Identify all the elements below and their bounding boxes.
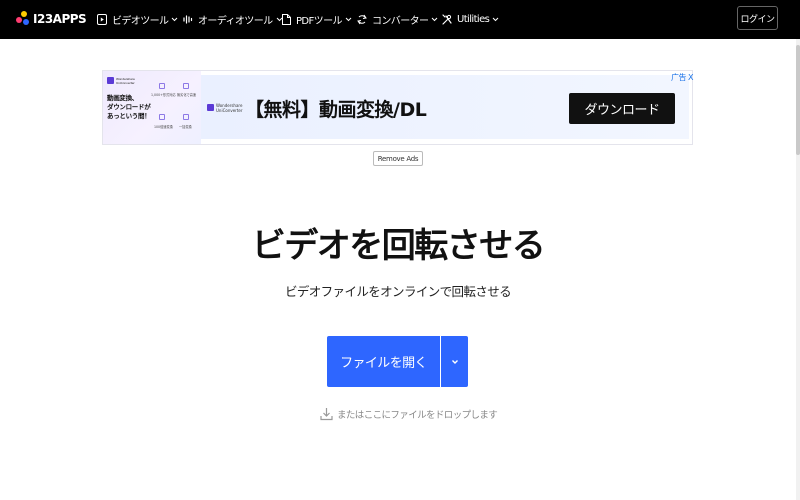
video-play-icon [97,13,107,25]
ad-left-panel: Wondershare UniConverter 動画変換、 ダウンロードが あ… [103,71,201,144]
batch-icon [183,114,189,120]
document-icon [282,13,291,25]
page-subtitle: ビデオファイルをオンラインで回転させる [284,284,512,299]
ad-brand-line2: UniConverter [116,81,135,85]
open-file-button[interactable]: ファイルを開く [327,336,440,387]
uniconverter-icon [107,77,114,84]
nav-audio-tools-label: オーディオツール [198,15,273,27]
logo-text: I23APPS [33,12,87,26]
ad-feature: 1,000+形式対応 [151,93,176,97]
drop-hint-text: またはここにファイルをドロップします [337,410,498,421]
chevron-down-icon [345,17,352,21]
ad-download-button[interactable]: ダウンロード [569,93,675,124]
chevron-down-icon [451,359,458,364]
audio-wave-icon [183,14,193,24]
nav-converter[interactable]: コンバーター [357,10,438,28]
remove-ads-button[interactable]: Remove Ads [373,151,423,166]
ad-feature: 100倍速変換 [154,125,173,129]
page-title: ビデオを回転させる [251,226,546,266]
ad-choices-label: 广告 [671,73,687,82]
login-button[interactable]: ログイン [737,6,778,30]
quality-icon [183,83,189,89]
ad-feature: 無劣化で高速 [177,93,197,97]
nav-converter-label: コンバーター [372,15,429,27]
close-icon[interactable]: X [688,73,693,82]
nav-utilities[interactable]: Utilities [442,10,499,28]
nav-pdf-tools-label: PDFツール [296,15,342,27]
ad-banner-brand: Wondershare UniConverter [216,103,243,113]
top-navbar: I23APPS ビデオツール オーディオツール PDFツール コンバーター Ut… [0,0,800,39]
nav-audio-tools[interactable]: オーディオツール [183,10,283,28]
nav-utilities-label: Utilities [457,13,490,25]
download-icon [320,408,333,421]
chevron-down-icon [492,17,499,21]
ad-left-headline: 動画変換、 ダウンロードが あっという間！ [107,94,151,120]
uniconverter-icon [207,104,214,111]
nav-video-tools[interactable]: ビデオツール [97,10,178,28]
ad-feature: 一括変換 [179,125,192,129]
chevron-down-icon [172,17,178,21]
logo-mark-icon [16,11,30,27]
chevron-down-icon [432,17,438,21]
nav-video-tools-label: ビデオツール [112,15,169,27]
speed-icon [159,114,165,120]
app-logo[interactable]: I23APPS [16,10,87,28]
nav-pdf-tools[interactable]: PDFツール [282,10,352,28]
ad-headline: 【無料】動画変換/DL [245,99,427,121]
page-scrollbar-thumb[interactable] [796,45,800,155]
open-file-dropdown-button[interactable] [441,336,468,387]
convert-icon [357,14,367,24]
ad-banner[interactable]: Wondershare UniConverter 動画変換、 ダウンロードが あ… [102,70,693,145]
format-icon [159,83,165,89]
drop-zone-hint: またはここにファイルをドロップします [320,405,498,423]
tools-icon [442,13,452,25]
ad-choices[interactable]: 广告 X [671,72,694,83]
